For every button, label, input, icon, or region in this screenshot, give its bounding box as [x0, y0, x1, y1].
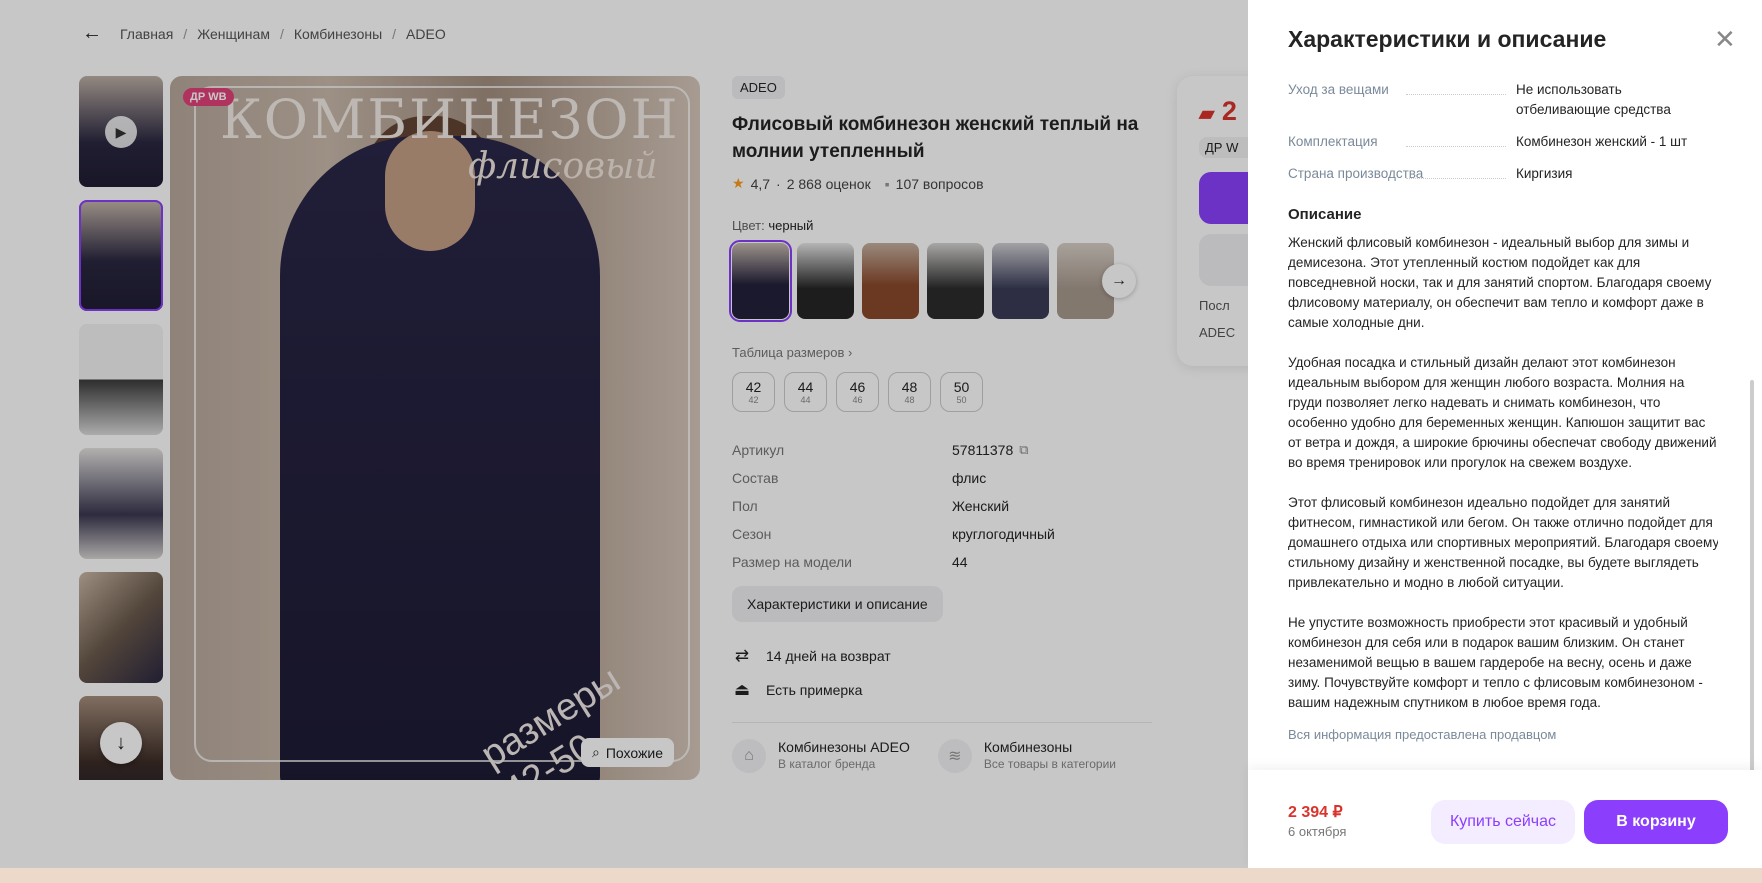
- description-paragraph: Женский флисовый комбинезон - идеальный …: [1288, 235, 1712, 330]
- seller-info-note: Вся информация предоставлена продавцом: [1288, 727, 1557, 742]
- description-heading: Описание: [1288, 206, 1362, 223]
- characteristic-key: Комплектация: [1288, 132, 1516, 152]
- characteristic-value: Комбинезон женский - 1 шт: [1516, 134, 1688, 149]
- description-paragraph: Этот флисовый комбинезон идеально подойд…: [1288, 495, 1718, 590]
- characteristic-key: Страна производства: [1288, 164, 1516, 184]
- characteristic-row: Страна производства Киргизия: [1288, 164, 1718, 184]
- characteristic-value: Не использовать отбеливающие средства: [1516, 82, 1671, 117]
- characteristic-row: Уход за вещами Не использовать отбеливающ…: [1288, 80, 1718, 120]
- add-to-cart-button[interactable]: В корзину: [1584, 800, 1728, 844]
- description-paragraph: Не упустите возможность приобрести этот …: [1288, 615, 1703, 710]
- characteristic-key-text: Уход за вещами: [1288, 82, 1389, 97]
- drawer-title: Характеристики и описание: [1288, 26, 1607, 52]
- buy-now-button[interactable]: Купить сейчас: [1431, 800, 1575, 844]
- os-taskbar: [0, 868, 1762, 883]
- characteristic-key-text: Комплектация: [1288, 134, 1378, 149]
- description-paragraph: Удобная посадка и стильный дизайн делают…: [1288, 355, 1717, 470]
- drawer-scrollbar[interactable]: [1750, 380, 1754, 776]
- characteristic-key-text: Страна производства: [1288, 166, 1424, 181]
- footer-price: 2 394 ₽: [1288, 804, 1343, 821]
- drawer-body: Уход за вещами Не использовать отбеливающ…: [1288, 80, 1718, 760]
- characteristic-key: Уход за вещами: [1288, 80, 1516, 120]
- characteristics-drawer: Характеристики и описание ✕ Уход за веща…: [1248, 0, 1762, 868]
- characteristic-row: Комплектация Комбинезон женский - 1 шт: [1288, 132, 1718, 152]
- close-icon[interactable]: ✕: [1714, 26, 1736, 52]
- characteristic-value: Киргизия: [1516, 166, 1573, 181]
- footer-delivery-date: 6 октября: [1288, 824, 1347, 839]
- drawer-footer: 2 394 ₽ 6 октября Купить сейчас В корзин…: [1248, 770, 1762, 868]
- modal-backdrop[interactable]: [0, 0, 1248, 868]
